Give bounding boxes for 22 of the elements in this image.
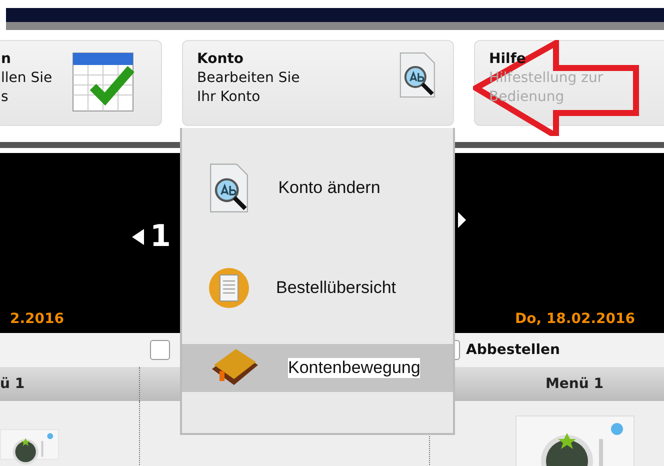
menu-header: ü 1 [0, 376, 25, 392]
day-date: 2.2016 [10, 311, 64, 327]
cancel-checkbox[interactable] [150, 340, 170, 360]
card-description: llen Sie [1, 70, 52, 86]
card-title: Konto [197, 51, 244, 67]
menu-card[interactable]: n llen Sie s [0, 40, 162, 126]
card-description: s [1, 89, 10, 105]
dropdown-item[interactable]: Konto ändern [182, 138, 453, 238]
card-title: Hilfe [489, 51, 527, 67]
dropdown-item[interactable]: Kontenbewegung [182, 344, 453, 392]
next-arrow-icon[interactable] [458, 212, 466, 228]
menu-card[interactable]: Konto Bearbeiten Sie Ihr Konto [182, 40, 454, 126]
day-date: Do, 18.02.2016 [515, 311, 635, 327]
card-description: Bearbeiten Sie [197, 70, 300, 86]
card-description: Ihr Konto [197, 89, 262, 105]
week-range: 1 [150, 219, 171, 254]
card-title: n [1, 51, 12, 67]
menu-header: Menü 1 [546, 376, 604, 392]
cancel-label: Abbestellen [466, 342, 560, 358]
document-coin-icon [208, 267, 250, 309]
previous-arrow-icon[interactable] [132, 228, 144, 244]
dropdown-item[interactable]: Bestellübersicht [182, 238, 453, 338]
